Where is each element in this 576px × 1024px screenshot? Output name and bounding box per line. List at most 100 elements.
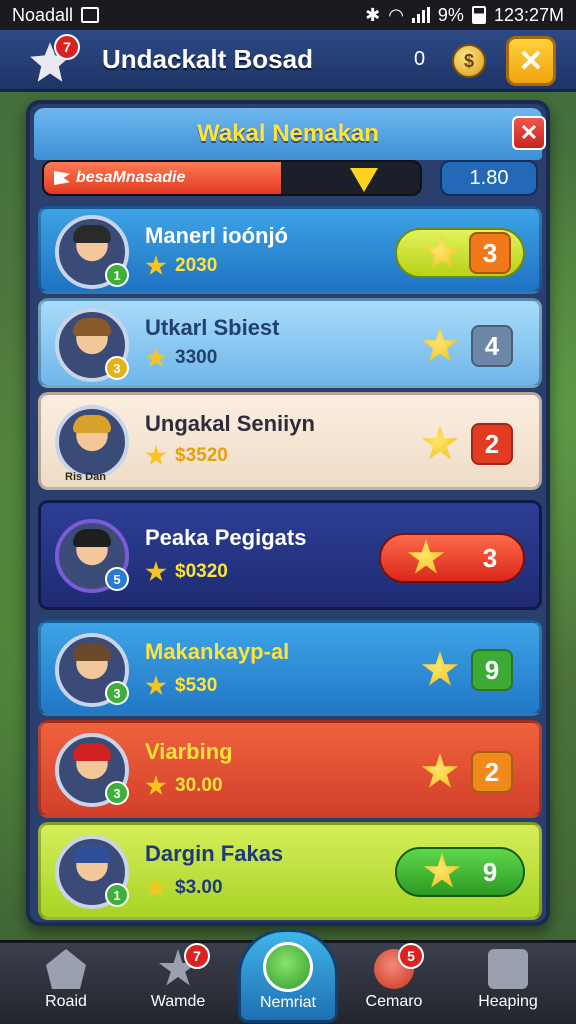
star-icon bbox=[145, 445, 167, 466]
notification-badge: 7 bbox=[54, 34, 80, 60]
nav-item-cemaro[interactable]: Cemaro 5 bbox=[346, 943, 442, 1011]
avatar: 1 bbox=[55, 835, 129, 909]
progress-bar: besaMnasadie bbox=[42, 160, 422, 196]
level-badge: 1 bbox=[105, 883, 129, 907]
claim-button[interactable]: 2 bbox=[395, 419, 525, 469]
star-icon bbox=[407, 539, 445, 574]
player-cost: 30.00 bbox=[145, 775, 223, 797]
list-item[interactable]: 1 Manerl ioónjó 2030 3 bbox=[38, 206, 542, 294]
nav-label: Wamde bbox=[150, 993, 206, 1010]
page-title: Undackalt Bosad bbox=[102, 44, 313, 74]
player-cost: $0320 bbox=[145, 561, 228, 583]
reward-count: 4 bbox=[471, 325, 513, 367]
coin-count: 0 bbox=[414, 48, 426, 70]
bluetooth-icon: ✱ bbox=[365, 4, 381, 25]
close-button[interactable]: ✕ bbox=[512, 116, 546, 150]
avatar: 5 bbox=[55, 519, 129, 593]
star-icon bbox=[145, 347, 167, 368]
reward-count: 2 bbox=[471, 751, 513, 793]
nav-item-roaid[interactable]: Roaid bbox=[18, 949, 114, 1011]
claim-button[interactable]: 2 bbox=[395, 747, 525, 797]
star-icon bbox=[145, 675, 167, 696]
player-name: Dargin Fakas bbox=[145, 841, 284, 866]
nav-label: Heaping bbox=[478, 993, 538, 1010]
bottom-nav: Roaid Wamde 7 Nemriat Cemaro 5 Heaping bbox=[0, 929, 576, 1024]
leaderboard-panel: Wakal Nemakan ✕ besaMnasadie 1.80 1 Mane… bbox=[26, 100, 550, 926]
list-item[interactable]: 5 Peaka Pegigats $0320 3 bbox=[38, 500, 542, 610]
claim-button[interactable]: 9 bbox=[395, 645, 525, 695]
player-cost: $3.00 bbox=[145, 877, 223, 899]
wifi-icon: ◠ bbox=[388, 4, 404, 25]
avatar-caption: Ris Dan bbox=[65, 471, 106, 483]
avatar: 1 bbox=[55, 215, 129, 289]
score-box: 1.80 bbox=[440, 160, 538, 196]
player-cost: $3520 bbox=[145, 445, 228, 467]
cost-value: $3.00 bbox=[175, 877, 223, 898]
list-item[interactable]: 3 Utkarl Sbiest 3300 4 bbox=[38, 298, 542, 388]
image-icon bbox=[81, 7, 100, 23]
arrow-down-icon[interactable] bbox=[350, 168, 378, 192]
list-item[interactable]: 3 Viarbing 30.00 2 bbox=[38, 720, 542, 818]
nav-item-heaping[interactable]: Heaping bbox=[460, 949, 556, 1011]
player-name: Makankayp-al bbox=[145, 639, 290, 664]
top-bar: 7 Undackalt Bosad 0 $ ✕ bbox=[0, 30, 576, 92]
leaf-icon bbox=[263, 942, 313, 992]
signal-icon bbox=[411, 7, 430, 23]
claim-button[interactable]: 4 bbox=[395, 321, 525, 371]
claim-button[interactable]: 3 bbox=[395, 228, 525, 278]
level-badge: 3 bbox=[105, 781, 129, 805]
claim-button[interactable]: 9 bbox=[395, 847, 525, 897]
star-icon bbox=[145, 255, 167, 276]
player-cost: $530 bbox=[145, 675, 217, 697]
nav-label: Roaid bbox=[45, 993, 87, 1010]
nav-item-nemriat[interactable]: Nemriat bbox=[238, 929, 338, 1023]
nav-item-wamde[interactable]: Wamde 7 bbox=[130, 943, 226, 1011]
star-icon bbox=[421, 651, 459, 686]
notification-badge: 5 bbox=[398, 943, 424, 969]
player-name: Ungakal Seniiyn bbox=[145, 411, 315, 436]
panel-title: Wakal Nemakan bbox=[197, 120, 379, 147]
battery-icon bbox=[471, 6, 486, 24]
avatar: 3 bbox=[55, 308, 129, 382]
list-item[interactable]: Ris Dan Ungakal Seniiyn $3520 2 bbox=[38, 392, 542, 490]
battery-percent: 9% bbox=[437, 4, 464, 25]
list-item[interactable]: 1 Dargin Fakas $3.00 9 bbox=[38, 822, 542, 920]
panel-header: Wakal Nemakan ✕ bbox=[34, 108, 546, 160]
notification-badge: 7 bbox=[184, 943, 210, 969]
home-icon bbox=[46, 949, 86, 989]
progress-label: besaMnasadie bbox=[76, 169, 186, 186]
player-name: Manerl ioónjó bbox=[145, 223, 288, 248]
player-cost: 3300 bbox=[145, 347, 217, 369]
star-icon bbox=[423, 234, 461, 269]
list-item[interactable]: 3 Makankayp-al $530 9 bbox=[38, 620, 542, 716]
avatar: 3 bbox=[55, 733, 129, 807]
cost-value: $0320 bbox=[175, 561, 228, 582]
claim-button[interactable]: 3 bbox=[379, 533, 525, 583]
player-cost: 2030 bbox=[145, 255, 217, 277]
reward-count: 9 bbox=[482, 856, 498, 887]
star-icon bbox=[145, 877, 167, 898]
close-x-icon: ✕ bbox=[518, 44, 544, 78]
profile-icon bbox=[488, 949, 528, 989]
reward-count: 3 bbox=[469, 232, 511, 274]
avatar bbox=[55, 405, 129, 479]
nav-label: Nemriat bbox=[259, 994, 316, 1011]
cost-value: 2030 bbox=[175, 255, 218, 276]
reward-count: 3 bbox=[482, 542, 498, 573]
cost-value: 30.00 bbox=[175, 775, 223, 796]
cost-value: $3520 bbox=[175, 445, 228, 466]
cost-value: $530 bbox=[175, 675, 218, 696]
status-bar: Noadall ✱ ◠ 9% 123:27M bbox=[0, 0, 576, 30]
menu-button[interactable]: ✕ bbox=[506, 36, 556, 86]
player-name: Utkarl Sbiest bbox=[145, 315, 280, 340]
carrier-label: Noadall bbox=[12, 4, 74, 25]
close-icon: ✕ bbox=[519, 120, 539, 145]
star-icon bbox=[421, 327, 459, 362]
coin-icon[interactable]: $ bbox=[452, 44, 486, 78]
nav-label: Cemaro bbox=[365, 993, 423, 1010]
star-icon bbox=[145, 561, 167, 582]
home-button[interactable]: 7 bbox=[28, 34, 80, 84]
cost-value: 3300 bbox=[175, 347, 218, 368]
star-icon bbox=[421, 753, 459, 788]
star-icon bbox=[145, 775, 167, 796]
